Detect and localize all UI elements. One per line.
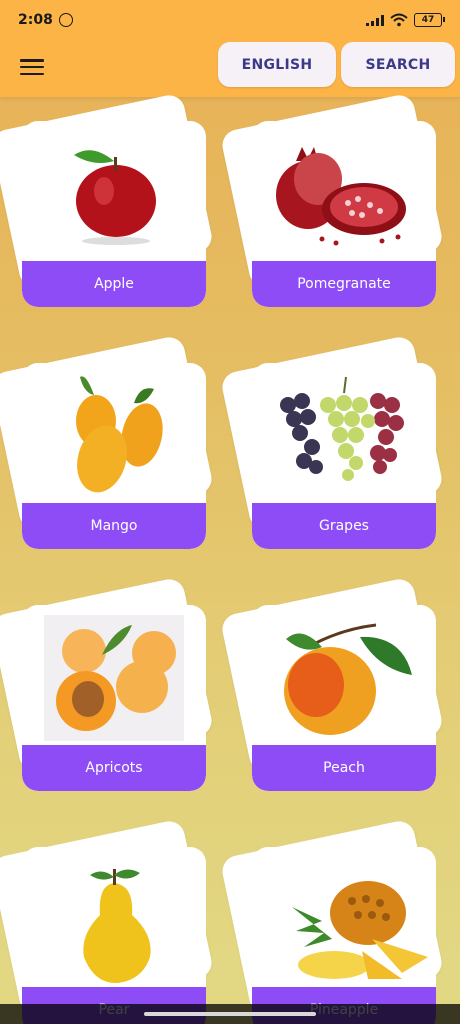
- fruit-card-apple[interactable]: Apple: [0, 92, 216, 321]
- grapes-image: [280, 376, 404, 481]
- fruit-card-mango[interactable]: Mango: [0, 334, 216, 563]
- status-icons: 47: [366, 13, 445, 27]
- card-label: Grapes: [252, 503, 436, 549]
- status-time: 2:08: [18, 12, 53, 28]
- card-label: Apple: [22, 261, 206, 307]
- fruit-card-grapes[interactable]: Grapes: [219, 334, 446, 563]
- card-label: Apricots: [22, 745, 206, 791]
- card-label: Peach: [252, 745, 436, 791]
- apricots-image: [44, 615, 184, 741]
- mango-image: [76, 376, 163, 493]
- app-bar: ENGLISH SEARCH: [0, 40, 460, 97]
- signal-icon: [366, 14, 384, 26]
- pear-image: [83, 869, 151, 983]
- pineapple-image: [292, 881, 428, 979]
- apple-image: [74, 150, 156, 245]
- pomegranate-image: [276, 147, 406, 246]
- fruit-card-pineapple[interactable]: Pineapple: [219, 818, 446, 1024]
- language-button[interactable]: ENGLISH: [218, 42, 336, 87]
- fruit-grid: Apple Pomegranate Mango Grapes Apricots …: [0, 92, 460, 1024]
- fruit-card-apricots[interactable]: Apricots: [0, 576, 216, 805]
- search-button[interactable]: SEARCH: [341, 42, 455, 87]
- menu-icon[interactable]: [20, 57, 44, 77]
- whatsapp-icon: [58, 13, 73, 27]
- status-bar: 2:08 47: [0, 0, 460, 40]
- fruit-card-pomegranate[interactable]: Pomegranate: [219, 92, 446, 321]
- home-indicator[interactable]: [144, 1012, 316, 1016]
- card-label: Mango: [22, 503, 206, 549]
- gesture-nav-bar: [0, 1004, 460, 1024]
- fruit-card-pear[interactable]: Pear: [0, 818, 216, 1024]
- peach-image: [284, 623, 412, 735]
- card-label: Pomegranate: [252, 261, 436, 307]
- fruit-card-peach[interactable]: Peach: [219, 576, 446, 805]
- battery-icon: 47: [414, 13, 445, 27]
- wifi-icon: [390, 13, 408, 27]
